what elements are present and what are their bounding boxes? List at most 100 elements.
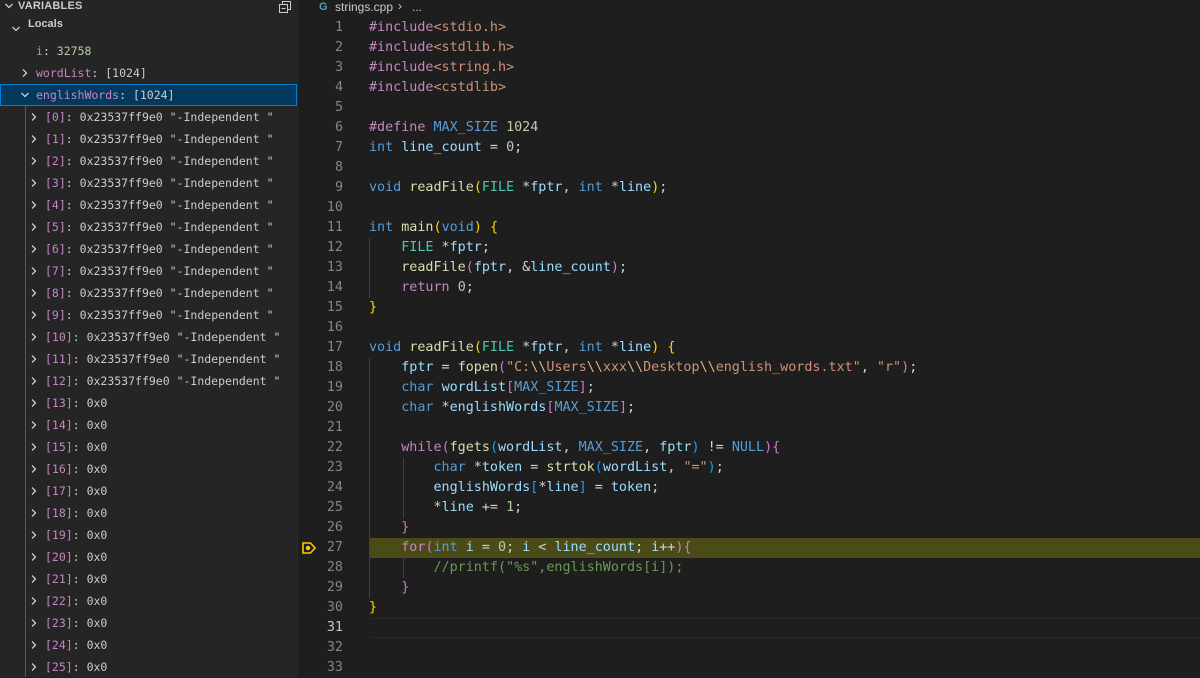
chevron-right-icon[interactable] bbox=[30, 355, 38, 363]
chevron-right-icon[interactable] bbox=[30, 399, 38, 407]
chevron-right-icon[interactable] bbox=[30, 509, 38, 517]
array-element[interactable]: [4]: 0x23537ff9e0 "-Independent " bbox=[0, 194, 297, 216]
chevron-right-icon[interactable] bbox=[30, 245, 38, 253]
code-line[interactable]: 30} bbox=[298, 598, 1200, 618]
code-line[interactable]: 1 #include<stdio.h> bbox=[298, 18, 1200, 38]
code-line[interactable]: 28 //printf("%s",englishWords[i]); bbox=[298, 558, 1200, 578]
chevron-right-icon[interactable] bbox=[30, 531, 38, 539]
array-element[interactable]: [23]: 0x0 bbox=[0, 612, 297, 634]
chevron-right-icon[interactable] bbox=[30, 597, 38, 605]
chevron-right-icon[interactable] bbox=[30, 663, 38, 671]
variables-header[interactable]: VARIABLES bbox=[0, 0, 297, 14]
array-element[interactable]: [25]: 0x0 bbox=[0, 656, 297, 677]
array-element[interactable]: [18]: 0x0 bbox=[0, 502, 297, 524]
array-element[interactable]: [7]: 0x23537ff9e0 "-Independent " bbox=[0, 260, 297, 282]
code-line[interactable]: 13 readFile(fptr, &line_count); bbox=[298, 258, 1200, 278]
array-element[interactable]: [21]: 0x0 bbox=[0, 568, 297, 590]
array-element[interactable]: [1]: 0x23537ff9e0 "-Independent " bbox=[0, 128, 297, 150]
chevron-right-icon[interactable] bbox=[30, 157, 38, 165]
chevron-right-icon[interactable] bbox=[30, 311, 38, 319]
chevron-right-icon[interactable] bbox=[30, 575, 38, 583]
chevron-right-icon[interactable] bbox=[30, 421, 38, 429]
code-line[interactable]: 7 int line_count = 0; bbox=[298, 138, 1200, 158]
code-line[interactable]: 8 bbox=[298, 158, 1200, 178]
code-line[interactable]: 6 #define MAX_SIZE 1024 bbox=[298, 118, 1200, 138]
code-line[interactable]: 18 fptr = fopen("C:\\Users\\xxx\\Desktop… bbox=[298, 358, 1200, 378]
array-element[interactable]: [17]: 0x0 bbox=[0, 480, 297, 502]
array-element[interactable]: [9]: 0x23537ff9e0 "-Independent " bbox=[0, 304, 297, 326]
code-line[interactable]: 3 #include<string.h> bbox=[298, 58, 1200, 78]
code-line[interactable]: 31 bbox=[298, 618, 1200, 638]
chevron-right-icon[interactable] bbox=[30, 267, 38, 275]
code-line[interactable]: 22 while(fgets(wordList, MAX_SIZE, fptr)… bbox=[298, 438, 1200, 458]
code-token: ( bbox=[433, 220, 442, 235]
code-line[interactable]: 12 FILE *fptr; bbox=[298, 238, 1200, 258]
chevron-right-icon[interactable] bbox=[30, 443, 38, 451]
chevron-right-icon[interactable] bbox=[30, 223, 38, 231]
breadcrumb-file[interactable]: strings.cpp bbox=[335, 0, 393, 14]
code-line[interactable]: 29 } bbox=[298, 578, 1200, 598]
chevron-right-icon[interactable] bbox=[30, 465, 38, 473]
chevron-right-icon[interactable] bbox=[30, 377, 38, 385]
array-element[interactable]: [2]: 0x23537ff9e0 "-Independent " bbox=[0, 150, 297, 172]
array-element[interactable]: [16]: 0x0 bbox=[0, 458, 297, 480]
variable-wordList[interactable]: wordList: [1024] bbox=[0, 62, 297, 84]
chevron-right-icon[interactable] bbox=[30, 333, 38, 341]
code-line[interactable]: 2 #include<stdlib.h> bbox=[298, 38, 1200, 58]
array-element[interactable]: [20]: 0x0 bbox=[0, 546, 297, 568]
variable-englishWords[interactable]: englishWords: [1024] bbox=[0, 84, 297, 106]
code-line[interactable]: 11 int main(void) { bbox=[298, 218, 1200, 238]
code-line[interactable]: 23 char *token = strtok(wordList, "="); bbox=[298, 458, 1200, 478]
code-line[interactable]: 19 char wordList[MAX_SIZE]; bbox=[298, 378, 1200, 398]
array-element[interactable]: [19]: 0x0 bbox=[0, 524, 297, 546]
chevron-right-icon[interactable] bbox=[30, 135, 38, 143]
scope-locals[interactable]: Locals bbox=[0, 18, 297, 40]
code-line[interactable]: 16 bbox=[298, 318, 1200, 338]
chevron-down-icon[interactable] bbox=[21, 91, 29, 99]
code-line[interactable]: 27 for(int i = 0; i < line_count; i++){ bbox=[298, 538, 1200, 558]
array-element[interactable]: [13]: 0x0 bbox=[0, 392, 297, 414]
chevron-right-icon[interactable] bbox=[30, 113, 38, 121]
array-element[interactable]: [10]: 0x23537ff9e0 "-Independent " bbox=[0, 326, 297, 348]
array-element[interactable]: [11]: 0x23537ff9e0 "-Independent " bbox=[0, 348, 297, 370]
array-element[interactable]: [6]: 0x23537ff9e0 "-Independent " bbox=[0, 238, 297, 260]
code-line[interactable]: 32 bbox=[298, 638, 1200, 658]
array-element[interactable]: [15]: 0x0 bbox=[0, 436, 297, 458]
code-line[interactable]: 10 bbox=[298, 198, 1200, 218]
code-line[interactable]: 33 bbox=[298, 658, 1200, 678]
chevron-right-icon[interactable] bbox=[30, 641, 38, 649]
code-editor[interactable]: 1 #include<stdio.h> 2 #include<stdlib.h> 3 #i… bbox=[298, 18, 1200, 677]
chevron-right-icon[interactable] bbox=[21, 69, 29, 77]
code-line[interactable]: 21 bbox=[298, 418, 1200, 438]
chevron-right-icon[interactable] bbox=[30, 553, 38, 561]
chevron-right-icon[interactable] bbox=[30, 487, 38, 495]
chevron-right-icon[interactable] bbox=[30, 179, 38, 187]
code-line[interactable]: 9 void readFile(FILE *fptr, int *line); bbox=[298, 178, 1200, 198]
array-element[interactable]: [12]: 0x23537ff9e0 "-Independent " bbox=[0, 370, 297, 392]
code-line[interactable]: 4 #include<cstdlib> bbox=[298, 78, 1200, 98]
code-line[interactable]: 20 char *englishWords[MAX_SIZE]; bbox=[298, 398, 1200, 418]
code-line[interactable]: 26 } bbox=[298, 518, 1200, 538]
array-element[interactable]: [24]: 0x0 bbox=[0, 634, 297, 656]
code-line[interactable]: 5 bbox=[298, 98, 1200, 118]
chevron-down-icon[interactable] bbox=[4, 1, 14, 11]
code-line[interactable]: 17 void readFile(FILE *fptr, int *line) { bbox=[298, 338, 1200, 358]
array-element[interactable]: [8]: 0x23537ff9e0 "-Independent " bbox=[0, 282, 297, 304]
code-line[interactable]: 14 return 0; bbox=[298, 278, 1200, 298]
code-line[interactable]: 24 englishWords[*line] = token; bbox=[298, 478, 1200, 498]
variable-i[interactable]: i: 32758 bbox=[0, 40, 297, 62]
array-element[interactable]: [22]: 0x0 bbox=[0, 590, 297, 612]
chevron-down-icon[interactable] bbox=[12, 25, 20, 33]
array-element[interactable]: [5]: 0x23537ff9e0 "-Independent " bbox=[0, 216, 297, 238]
code-line[interactable]: 15} bbox=[298, 298, 1200, 318]
line-number: 2 bbox=[334, 40, 343, 55]
chevron-right-icon[interactable] bbox=[30, 201, 38, 209]
breadcrumb-more[interactable]: ... bbox=[412, 0, 422, 14]
chevron-right-icon[interactable] bbox=[30, 289, 38, 297]
chevron-right-icon[interactable] bbox=[30, 619, 38, 627]
array-element[interactable]: [14]: 0x0 bbox=[0, 414, 297, 436]
collapse-all-icon[interactable] bbox=[278, 0, 292, 14]
code-line[interactable]: 25 *line += 1; bbox=[298, 498, 1200, 518]
array-element[interactable]: [0]: 0x23537ff9e0 "-Independent " bbox=[0, 106, 297, 128]
array-element[interactable]: [3]: 0x23537ff9e0 "-Independent " bbox=[0, 172, 297, 194]
